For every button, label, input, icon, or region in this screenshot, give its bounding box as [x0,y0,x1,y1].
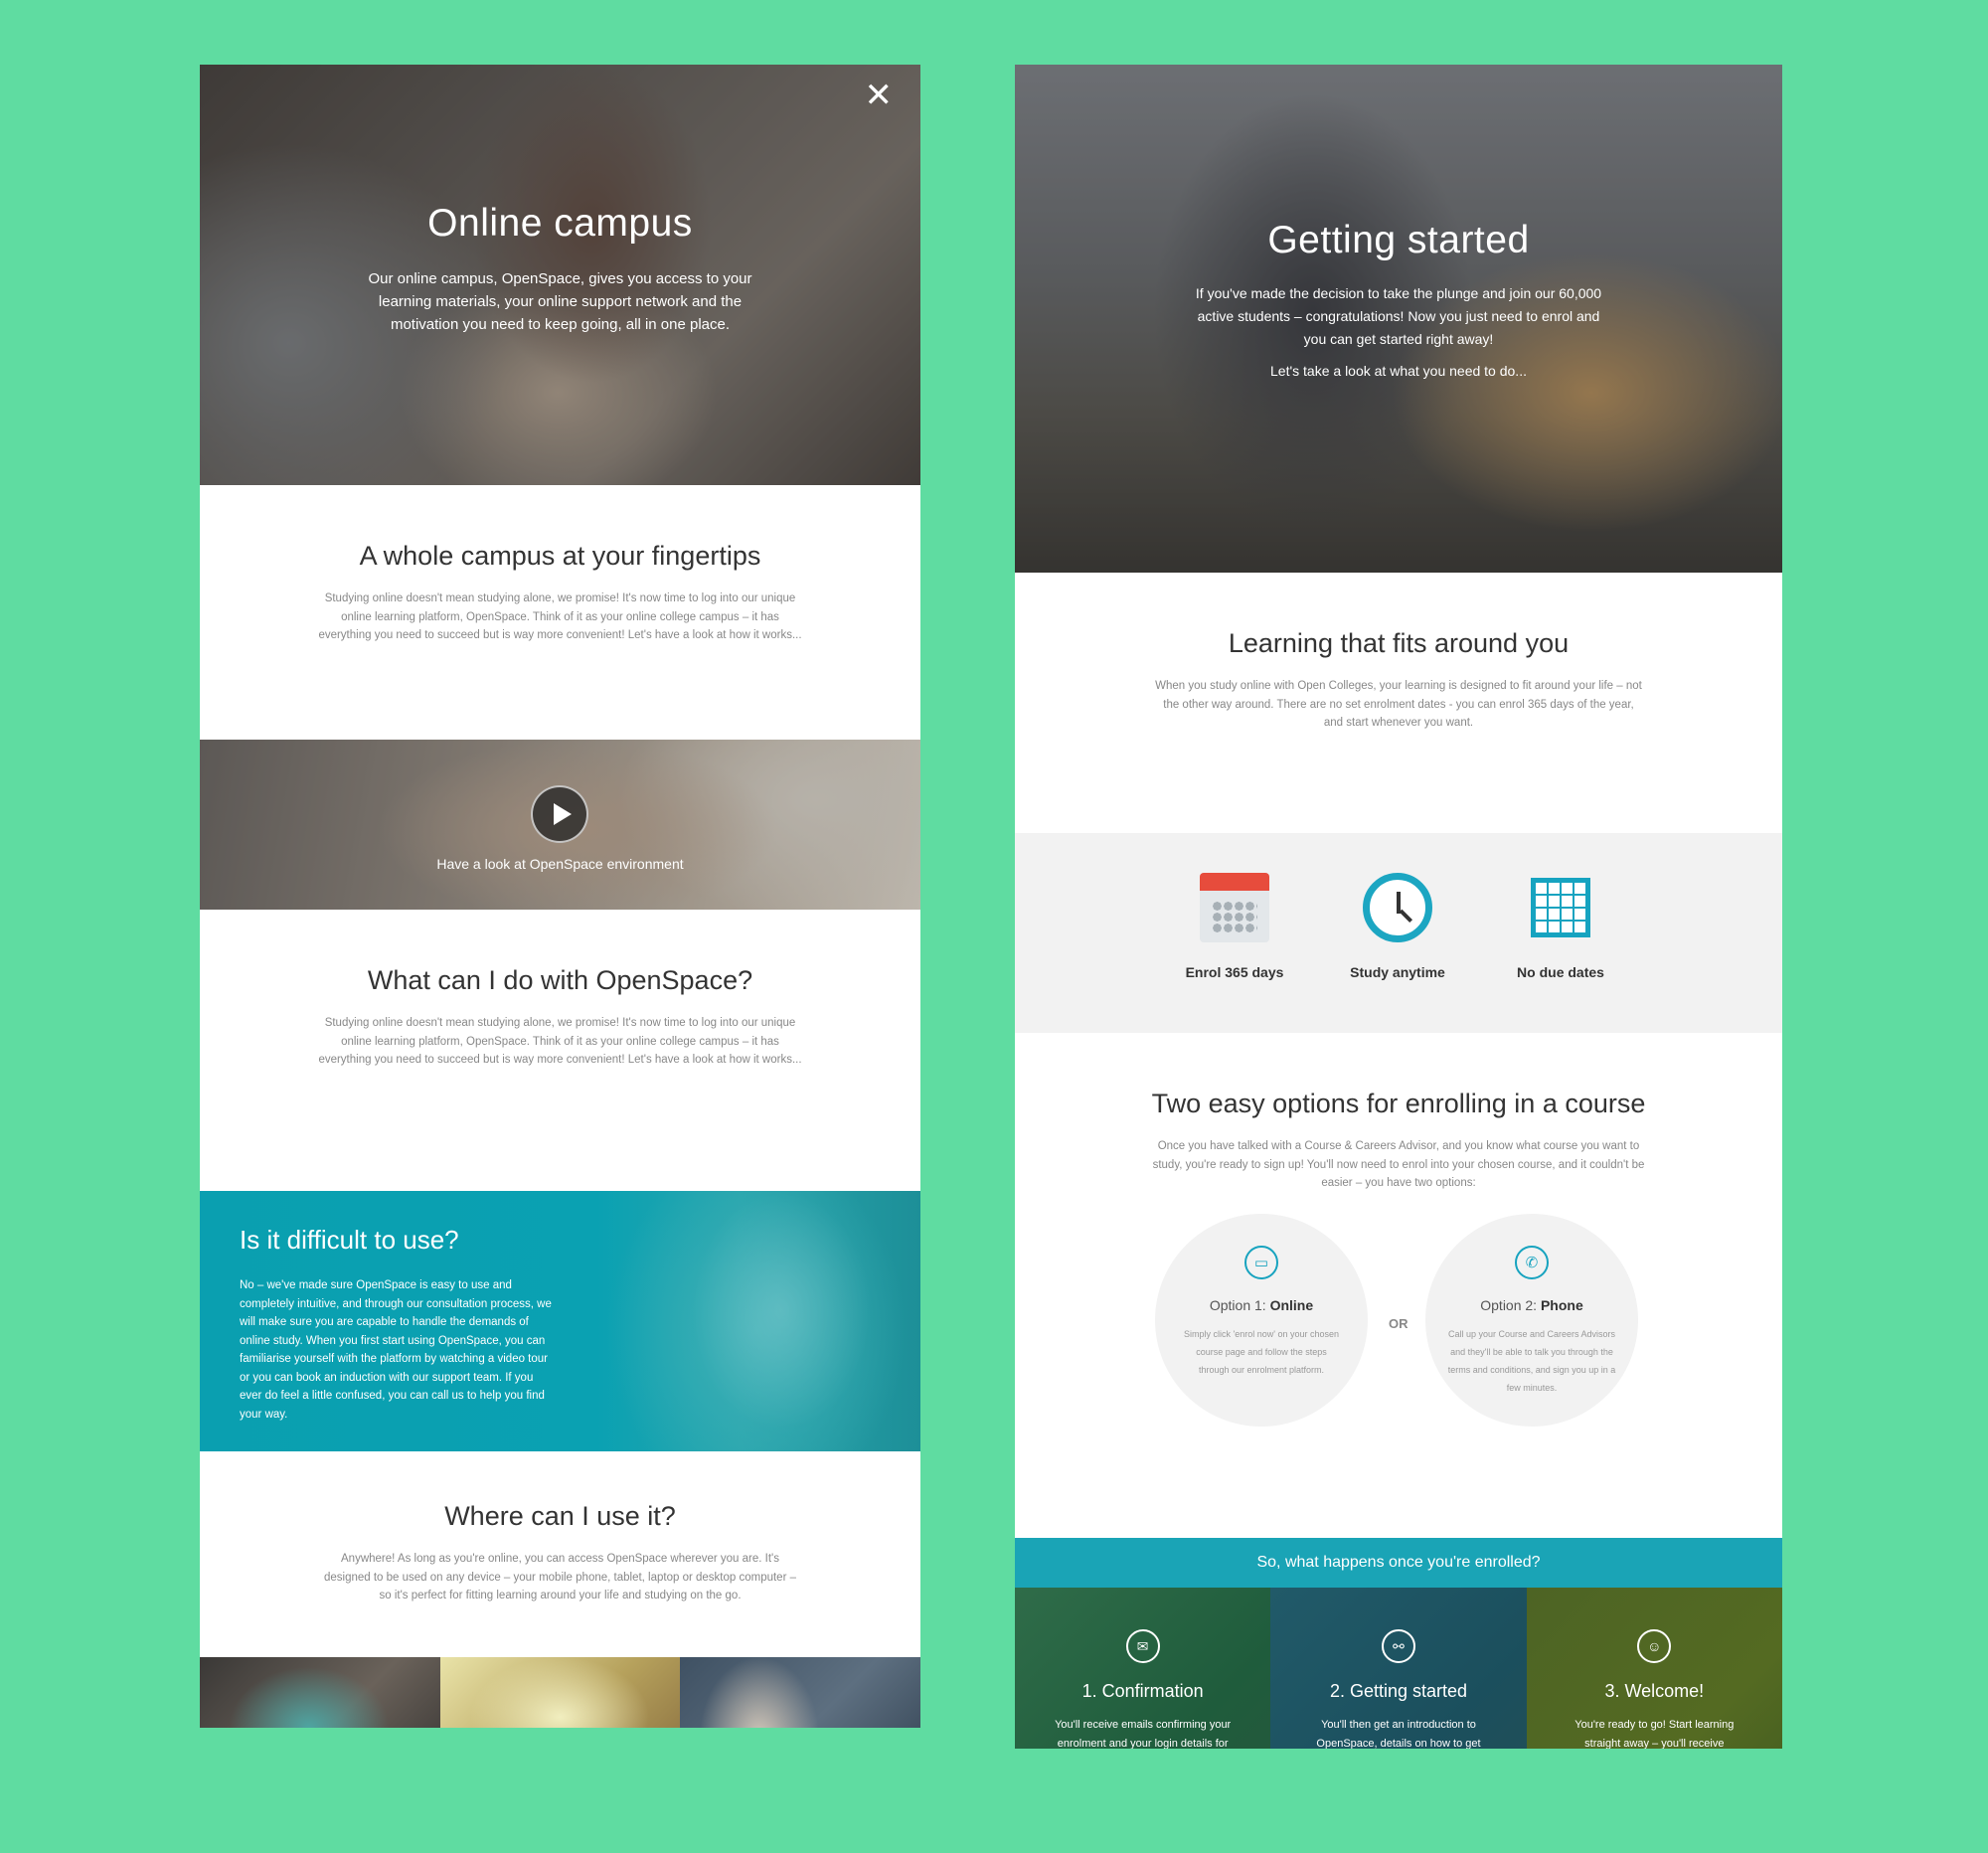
enrol-options-section: Two easy options for enrolling in a cour… [1015,1033,1782,1538]
monitor-icon: ▭ [1244,1246,1278,1279]
option-title: Option 2: Phone [1480,1297,1583,1313]
section-title: Is it difficult to use? [240,1225,459,1255]
getting-started-panel: Getting started If you've made the decis… [1015,65,1782,1749]
feature-label: Study anytime [1350,964,1445,980]
feature-label: Enrol 365 days [1185,964,1284,980]
feature-label: No due dates [1517,964,1604,980]
step-getting-started: ⚯ 2. Getting started You'll then get an … [1270,1588,1527,1749]
learning-fits-section: Learning that fits around you When you s… [1015,573,1782,833]
option-online[interactable]: ▭ Option 1: Online Simply click 'enrol n… [1155,1214,1368,1427]
enrolled-steps: ✉ 1. Confirmation You'll receive emails … [1015,1588,1782,1749]
clock-icon [1363,873,1432,942]
section-title: What can I do with OpenSpace? [367,965,753,995]
grid-calendar-icon [1531,878,1590,937]
section-body: When you study online with Open Colleges… [1155,680,1642,729]
tablet-image [439,1657,681,1728]
smiley-icon: ☺ [1637,1629,1672,1663]
where-section: Where can I use it? Anywhere! As long as… [200,1451,920,1657]
what-can-i-do-section: What can I do with OpenSpace? Studying o… [200,910,920,1191]
online-campus-panel: ✕ Online campus Our online campus, OpenS… [200,65,920,1728]
calendar-icon [1200,873,1269,942]
close-icon[interactable]: ✕ [865,79,894,112]
step-body: You'll receive emails confirming your en… [1055,1719,1232,1749]
online-campus-hero: ✕ Online campus Our online campus, OpenS… [200,65,920,485]
feature-enrol: Enrol 365 days [1165,873,1304,980]
step-welcome: ☺ 3. Welcome! You're ready to go! Start … [1526,1588,1782,1749]
video-caption: Have a look at OpenSpace environment [436,856,684,872]
option-phone[interactable]: ✆ Option 2: Phone Call up your Course an… [1425,1214,1638,1427]
step-title: 3. Welcome! [1604,1681,1705,1701]
section-body: Anywhere! As long as you're online, you … [323,1553,796,1601]
option-body: Call up your Course and Careers Advisors… [1447,1329,1616,1393]
option-body: Simply click 'enrol now' on your chosen … [1183,1329,1339,1375]
hero-text: If you've made the decision to take the … [1195,285,1602,347]
phone-icon: ✆ [1515,1246,1549,1279]
device-image-strip [200,1657,920,1728]
step-body: You're ready to go! Start learning strai… [1574,1719,1735,1749]
step-body: You'll then get an introduction to OpenS… [1316,1719,1481,1749]
feature-no-due: No due dates [1491,873,1630,980]
fingertips-section: A whole campus at your fingertips Studyi… [200,485,920,740]
phone-image [680,1657,920,1728]
enrolled-banner: So, what happens once you're enrolled? [1015,1538,1782,1588]
section-title: Where can I use it? [444,1501,676,1531]
hero-title: Online campus [427,202,693,245]
envelope-icon: ✉ [1125,1629,1160,1663]
bike-icon: ⚯ [1381,1629,1415,1663]
step-confirmation: ✉ 1. Confirmation You'll receive emails … [1015,1588,1271,1749]
laptop-image [200,1657,440,1728]
hero-title: Getting started [1267,219,1530,261]
section-title: A whole campus at your fingertips [359,541,761,571]
section-body: Studying online doesn't mean studying al… [318,592,802,641]
section-body: No – we've made sure OpenSpace is easy t… [240,1279,552,1421]
play-icon[interactable] [531,785,588,843]
section-title: Two easy options for enrolling in a cour… [1151,1089,1646,1118]
feature-anytime: Study anytime [1328,873,1467,980]
getting-started-hero: Getting started If you've made the decis… [1015,65,1782,573]
hero-subtext: Let's take a look at what you need to do… [1270,363,1527,379]
step-title: 2. Getting started [1329,1681,1468,1701]
option-title: Option 1: Online [1209,1297,1314,1313]
difficulty-section: Is it difficult to use? No – we've made … [200,1191,920,1451]
features-section: Enrol 365 days Study anytime No due date… [1015,833,1782,1033]
or-separator: OR [1389,1316,1408,1331]
section-body: Studying online doesn't mean studying al… [318,1017,802,1066]
woman-with-tablet-image [632,1191,881,1451]
section-title: Learning that fits around you [1228,628,1570,658]
video-section[interactable]: Have a look at OpenSpace environment [200,740,920,910]
section-body: Once you have talked with a Course & Car… [1152,1140,1645,1189]
hero-text: Our online campus, OpenSpace, gives you … [368,270,752,333]
step-title: 1. Confirmation [1081,1681,1204,1701]
